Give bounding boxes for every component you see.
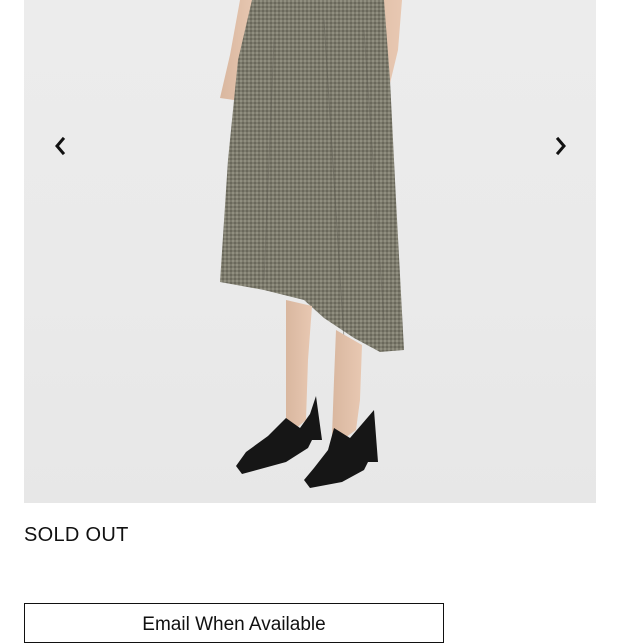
next-image-button[interactable] — [545, 130, 577, 162]
chevron-left-icon — [55, 136, 66, 156]
previous-image-button[interactable] — [44, 130, 76, 162]
email-when-available-button[interactable]: Email When Available — [24, 603, 444, 643]
stock-status: SOLD OUT — [24, 524, 129, 546]
product-image-gallery — [24, 0, 596, 503]
chevron-right-icon — [555, 136, 566, 156]
product-photo — [220, 0, 404, 488]
